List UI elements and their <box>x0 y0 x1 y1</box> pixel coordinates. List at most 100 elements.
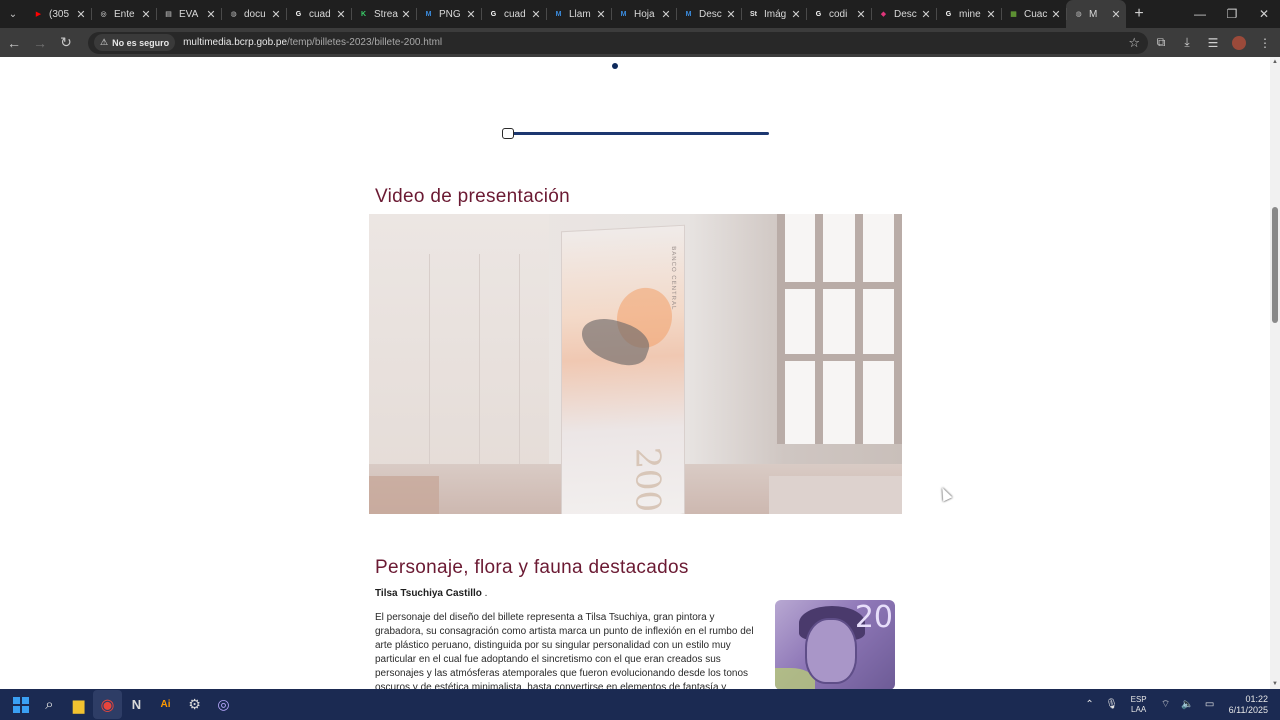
illustrator-icon[interactable]: Ai <box>151 690 180 719</box>
browser-tab[interactable]: ▶ (305 ✕ <box>26 0 91 28</box>
tab-title: docu <box>244 8 266 20</box>
browser-tab[interactable]: ▦ Cuac ✕ <box>1001 0 1066 28</box>
browser-tab[interactable]: M Desc ✕ <box>676 0 741 28</box>
tab-title: Imág <box>764 8 787 20</box>
chrome-icon[interactable]: ◉ <box>93 690 122 719</box>
back-icon[interactable]: ← <box>2 31 26 55</box>
browser-tab[interactable]: Gmine ✕ <box>936 0 1001 28</box>
banknote-image: BANCO CENTRAL 200 <box>561 224 685 514</box>
tab-close-icon[interactable]: ✕ <box>270 8 282 21</box>
notion-icon[interactable]: N <box>122 690 151 719</box>
restore-icon[interactable]: ❐ <box>1216 0 1248 28</box>
browser-tab[interactable]: M Hoja ✕ <box>611 0 676 28</box>
window-mullion <box>855 214 863 444</box>
browser-tab[interactable]: ◍ docu ✕ <box>221 0 286 28</box>
tab-close-icon[interactable]: ✕ <box>660 8 672 21</box>
featured-section-title: Personaje, flora y fauna destacados <box>375 557 689 578</box>
portrait-number: 20 <box>854 600 893 635</box>
browser-tab[interactable]: ▤ EVA ✕ <box>156 0 221 28</box>
menu-icon[interactable]: ⋮ <box>1252 36 1278 50</box>
google-icon: G <box>490 10 497 18</box>
browser-tab[interactable]: M PNG ✕ <box>416 0 481 28</box>
clock[interactable]: 01:22 6/11/2025 <box>1229 694 1268 716</box>
scroll-up-icon[interactable]: ▲ <box>1272 59 1278 65</box>
address-bar[interactable]: ⚠ No es seguro multimedia.bcrp.gob.pe/te… <box>88 31 1148 54</box>
m-icon: M <box>425 10 432 18</box>
browser-tab[interactable]: ◆ Desc ✕ <box>871 0 936 28</box>
bookmark-star-icon[interactable]: ☆ <box>1128 35 1140 51</box>
scroll-down-icon[interactable]: ▼ <box>1272 681 1278 687</box>
window-mullion <box>777 354 902 361</box>
steam-icon[interactable]: ⚙ <box>180 690 209 719</box>
chevron-up-icon[interactable]: ⌃ <box>1079 699 1101 710</box>
slider-track[interactable] <box>504 132 769 135</box>
globe-icon: ◍ <box>230 11 237 18</box>
tab-close-icon[interactable]: ✕ <box>1110 8 1122 21</box>
browser-tab[interactable]: ◎ Ente ✕ <box>91 0 156 28</box>
language-indicator[interactable]: ESP LAA <box>1131 695 1147 715</box>
new-tab-button[interactable]: + <box>1126 5 1152 23</box>
url-text[interactable]: multimedia.bcrp.gob.pe/temp/billetes-202… <box>183 37 442 48</box>
tab-title: mine <box>959 8 981 20</box>
extensions-icon[interactable]: ⧉ <box>1148 35 1174 50</box>
window-mullion <box>815 214 823 444</box>
file-explorer-icon[interactable]: ▆ <box>64 690 93 719</box>
google-icon: G <box>815 10 822 18</box>
tab-close-icon[interactable]: ✕ <box>205 8 217 21</box>
video-player[interactable]: BANCO CENTRAL 200 <box>369 214 902 514</box>
tab-close-icon[interactable]: ✕ <box>595 8 607 21</box>
k-icon: K <box>360 10 367 18</box>
browser-tab[interactable]: Gcodi ✕ <box>806 0 871 28</box>
carousel-indicator-dot[interactable] <box>612 63 618 69</box>
tab-close-icon[interactable]: ✕ <box>530 8 542 21</box>
video-scene-window <box>777 214 902 444</box>
tab-close-icon[interactable]: ✕ <box>790 8 802 21</box>
browser-tab[interactable]: K Strea ✕ <box>351 0 416 28</box>
start-button[interactable] <box>6 690 35 719</box>
vertical-scrollbar[interactable]: ▲ ▼ <box>1270 57 1280 689</box>
tab-close-icon[interactable]: ✕ <box>920 8 932 21</box>
tab-close-icon[interactable]: ✕ <box>75 8 87 21</box>
security-indicator[interactable]: ⚠ No es seguro <box>94 34 176 51</box>
portrait-face <box>805 618 857 684</box>
browser-toolbar: ← → ↻ ⚠ No es seguro multimedia.bcrp.gob… <box>0 28 1280 57</box>
tab-close-icon[interactable]: ✕ <box>335 8 347 21</box>
browser-tab[interactable]: M Llam ✕ <box>546 0 611 28</box>
download-icon[interactable]: ⤓ <box>1174 35 1200 50</box>
language-code: ESP <box>1130 694 1147 704</box>
microphone-icon[interactable]: 🎙 <box>1101 699 1123 710</box>
minimize-icon[interactable]: — <box>1184 0 1216 28</box>
slider-handle[interactable] <box>502 128 514 139</box>
browser-tab[interactable]: St Imág ✕ <box>741 0 806 28</box>
tab-close-icon[interactable]: ✕ <box>855 8 867 21</box>
app-icon[interactable]: ◎ <box>209 690 238 719</box>
tab-close-icon[interactable]: ✕ <box>725 8 737 21</box>
tab-close-icon[interactable]: ✕ <box>1050 8 1062 21</box>
browser-tab[interactable]: Gcuad ✕ <box>286 0 351 28</box>
search-icon[interactable]: ⌕ <box>35 690 64 719</box>
wifi-icon[interactable]: ⌔ <box>1155 698 1177 711</box>
close-window-icon[interactable]: ✕ <box>1248 0 1280 28</box>
tab-close-icon[interactable]: ✕ <box>400 8 412 21</box>
tab-title: PNG <box>439 8 461 20</box>
circle-icon: ◎ <box>100 11 107 18</box>
window-controls: — ❐ ✕ <box>1184 0 1280 28</box>
tab-close-icon[interactable]: ✕ <box>140 8 152 21</box>
tab-search-icon[interactable]: ⌄ <box>0 0 26 28</box>
tab-title: M <box>1089 8 1098 20</box>
tab-close-icon[interactable]: ✕ <box>985 8 997 21</box>
forward-icon[interactable]: → <box>28 31 52 55</box>
browser-tab[interactable]: Gcuad ✕ <box>481 0 546 28</box>
tab-title: cuad <box>309 8 331 20</box>
system-tray: ⌃ 🎙 ESP LAA ⌔ 🔈 ▭ 01:22 6/11/2025 <box>1079 689 1280 720</box>
battery-icon[interactable]: ▭ <box>1199 699 1221 710</box>
profile-avatar[interactable] <box>1232 35 1246 50</box>
tab-list-icon[interactable]: ☰ <box>1200 36 1226 50</box>
tab-list: ▶ (305 ✕ ◎ Ente ✕ ▤ EVA ✕ ◍ docu ✕ Gcuad ✕ K Strea ✕ M PNG… <box>26 0 1126 28</box>
browser-tab[interactable]: ◍ M ✕ <box>1066 0 1126 28</box>
tab-title: codi <box>829 8 848 20</box>
volume-icon[interactable]: 🔈 <box>1177 699 1199 710</box>
tab-close-icon[interactable]: ✕ <box>465 8 477 21</box>
scrollbar-thumb[interactable] <box>1272 207 1278 323</box>
reload-icon[interactable]: ↻ <box>54 31 78 55</box>
